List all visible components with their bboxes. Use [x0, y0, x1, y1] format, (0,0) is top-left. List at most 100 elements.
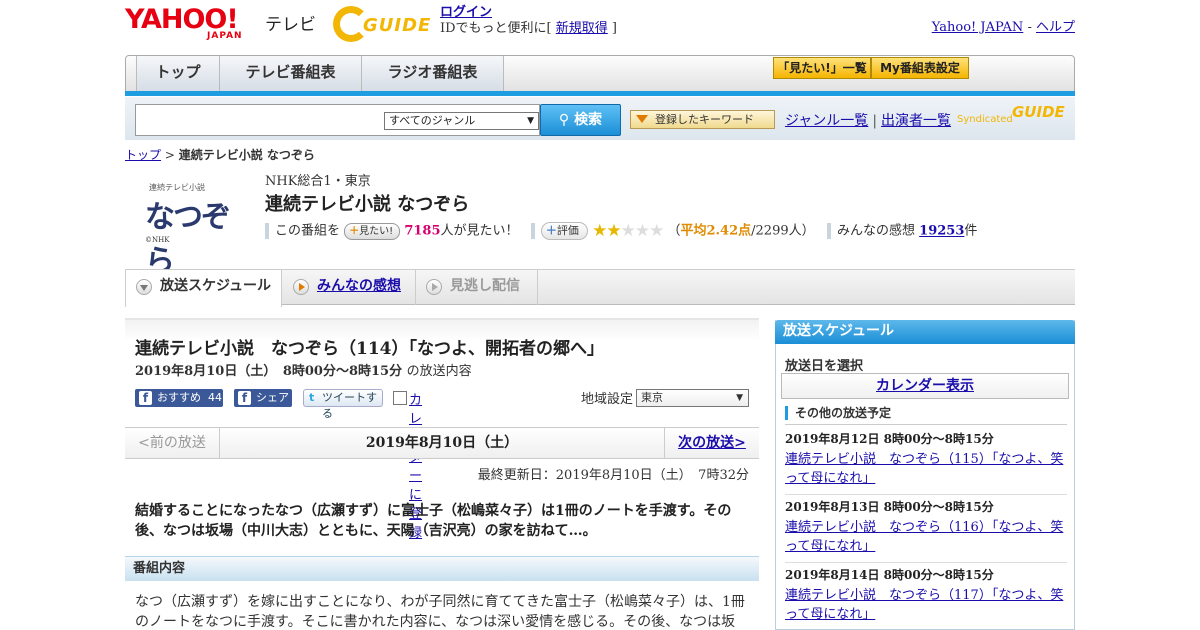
login-text: IDでもっと便利に[	[440, 21, 556, 36]
nav-tab-tv-schedule[interactable]: テレビ番組表	[220, 56, 362, 91]
mitai-button-label: 見たい!	[359, 225, 394, 237]
region-select[interactable]: 東京 ▼	[636, 389, 749, 407]
play-arrow-icon	[426, 279, 442, 295]
main-content: 連続テレビ小説 なつぞら（114）「なつよ、開拓者の郷へ」 2019年8月10日…	[125, 318, 759, 630]
mitai-prefix: この番組を	[275, 223, 341, 239]
mitai-list-button[interactable]: 「見たい!」一覧	[773, 57, 871, 79]
yahoo-logo-text: YAHOO!	[125, 4, 239, 35]
tweet-button[interactable]: ツイートする	[303, 389, 383, 420]
signup-link[interactable]: 新規取得	[556, 21, 608, 36]
header-links: Yahoo! JAPAN - ヘルプ	[932, 16, 1075, 35]
schedule-item-date: 2019年8月14日 8時00分～8時15分	[785, 568, 994, 582]
search-button-label: 検索	[574, 112, 603, 128]
my-schedule-button[interactable]: My番組表設定	[871, 57, 969, 79]
tab-missed-streaming: 見逃し配信	[416, 270, 538, 305]
schedule-item-date: 2019年8月12日 8時00分～8時15分	[785, 432, 994, 446]
gguide-logo[interactable]: GUIDE	[333, 6, 433, 42]
nav-tab-radio-schedule[interactable]: ラジオ番組表	[362, 56, 504, 91]
program-thumbnail: 連続テレビ小説 なつぞら ©NHK	[139, 178, 249, 279]
search-button[interactable]: ⚲ 検索	[540, 104, 621, 136]
syndicated-logo-text: GUIDE	[1012, 103, 1065, 121]
breadcrumb-current: 連続テレビ小説 なつぞら	[178, 148, 315, 162]
facebook-recommend-button[interactable]: おすすめ 44	[135, 389, 223, 407]
comments-count-link[interactable]: 19253	[919, 224, 964, 239]
tab-broadcast-schedule[interactable]: 放送スケジュール	[125, 270, 282, 307]
search-icon: ⚲	[558, 112, 570, 128]
rating-people: /2299人）	[751, 223, 815, 239]
divider	[530, 223, 535, 239]
current-day: 2019年8月10日（土）	[365, 435, 519, 451]
mitai-button[interactable]: ＋見たい!	[344, 222, 401, 240]
station-label: NHK総合1・東京	[265, 174, 371, 189]
select-date-label: 放送日を選択	[785, 359, 864, 374]
divider	[785, 562, 1067, 563]
schedule-item-link[interactable]: 連続テレビ小説 なつぞら（117）「なつよ、笑って母になれ」	[785, 586, 1067, 624]
yahoo-japan-link[interactable]: Yahoo! JAPAN	[932, 20, 1024, 35]
search-links: ジャンル一覧 | 出演者一覧	[785, 110, 951, 130]
breadcrumb-sep: >	[161, 148, 179, 162]
schedule-item-date: 2019年8月13日 8時00分～8時15分	[785, 500, 994, 514]
chevron-down-icon: ▼	[736, 393, 743, 403]
calendar-view-button[interactable]: カレンダー表示	[781, 373, 1069, 399]
rating-average: 平均2.42点	[680, 223, 752, 239]
divider	[785, 494, 1067, 495]
schedule-item: 2019年8月13日 8時00分～8時15分 連続テレビ小説 なつぞら（116）…	[785, 498, 1067, 563]
episode-datetime-value: 2019年8月10日（土） 8時00分～8時15分	[135, 364, 403, 379]
mitai-suffix: 人が見たい！	[440, 223, 519, 239]
schedule-sidebar: 放送スケジュール 放送日を選択 カレンダー表示 その他の放送予定 2019年8月…	[775, 320, 1075, 630]
day-navigation: <前の放送 2019年8月10日（土） 次の放送>	[125, 427, 759, 459]
rating-stars: ★★★★★	[592, 221, 664, 241]
episode-box: 連続テレビ小説 なつぞら（114）「なつよ、開拓者の郷へ」 2019年8月10日…	[125, 318, 759, 541]
schedule-item-link[interactable]: 連続テレビ小説 なつぞら（116）「なつよ、笑って母になれ」	[785, 518, 1067, 556]
plus-icon: ＋	[349, 225, 360, 237]
star-icon: ★	[634, 221, 650, 241]
schedule-item-link[interactable]: 連続テレビ小説 なつぞら（115）「なつよ、笑って母になれ」	[785, 450, 1067, 488]
divider	[827, 223, 832, 239]
recommend-count: 44	[208, 391, 222, 404]
facebook-share-button[interactable]: シェア	[234, 389, 292, 407]
help-link[interactable]: ヘルプ	[1036, 20, 1075, 35]
schedule-item: 2019年8月14日 8時00分～8時15分 連続テレビ小説 なつぞら（117）…	[785, 566, 1067, 630]
syndicated-label: Syndicated	[957, 114, 1013, 125]
yahoo-japan-logo[interactable]: YAHOO! JAPAN	[125, 6, 265, 42]
program-content-body: なつ（広瀬すず）を嫁に出すことになり、わが子同然に育ててきた富士子（松嶋菜々子）…	[135, 594, 745, 630]
login-area: ログイン IDでもっと便利に[ 新規取得 ]	[440, 5, 617, 37]
syndicated-gguide-logo: Syndicated GUIDE	[957, 102, 1075, 132]
rating-open: （	[667, 223, 681, 239]
divider	[785, 424, 1067, 425]
episode-summary: 結婚することになったなつ（広瀬すず）に富士子（松嶋菜々子）は1冊のノートを手渡す…	[135, 503, 732, 539]
recommend-label: おすすめ	[157, 391, 201, 404]
other-schedule-heading: その他の放送予定	[785, 406, 891, 420]
search-link-sep: |	[872, 113, 878, 129]
header-link-sep: -	[1023, 20, 1036, 35]
episode-datetime: 2019年8月10日（土） 8時00分～8時15分 の放送内容	[135, 360, 472, 379]
comments-unit: 件	[964, 223, 978, 239]
star-icon: ★	[592, 221, 607, 241]
login-link[interactable]: ログイン	[440, 5, 492, 20]
registered-keyword-button[interactable]: 登録したキーワード	[630, 110, 775, 129]
login-close: ]	[607, 21, 617, 36]
breadcrumb-top-link[interactable]: トップ	[125, 148, 161, 162]
comments-label: みんなの感想	[837, 223, 916, 239]
star-icon: ★	[620, 221, 636, 241]
main-nav: トップ テレビ番組表 ラジオ番組表 「見たい!」一覧 My番組表設定	[125, 55, 1075, 96]
gguide-logo-text: GUIDE	[363, 15, 432, 36]
nav-tab-top[interactable]: トップ	[136, 56, 220, 91]
next-broadcast-link[interactable]: 次の放送>	[664, 428, 759, 458]
tab-comments[interactable]: みんなの感想	[283, 270, 416, 305]
genre-select[interactable]: すべてのジャンル ▼	[384, 112, 539, 130]
tab-label: 放送スケジュール	[160, 278, 272, 294]
chevron-down-icon	[136, 279, 152, 295]
thumb-copyright: ©NHK	[145, 236, 170, 244]
schedule-item: 2019年8月12日 8時00分～8時15分 連続テレビ小説 なつぞら（115）…	[785, 430, 1067, 495]
genre-selected: すべてのジャンル	[389, 114, 476, 127]
breadcrumb: トップ > 連続テレビ小説 なつぞら	[125, 146, 315, 163]
cast-list-link[interactable]: 出演者一覧	[881, 113, 951, 129]
rating-button[interactable]: ＋評価	[540, 222, 588, 240]
sidebar-title: 放送スケジュール	[775, 320, 1075, 344]
program-subtabs: 放送スケジュール みんなの感想 見逃し配信	[125, 269, 1075, 307]
genre-list-link[interactable]: ジャンル一覧	[785, 113, 868, 129]
episode-title: 連続テレビ小説 なつぞら（114）「なつよ、開拓者の郷へ」	[135, 339, 604, 359]
tv-logo-label[interactable]: テレビ	[265, 10, 316, 35]
rating-button-label: 評価	[556, 224, 579, 237]
